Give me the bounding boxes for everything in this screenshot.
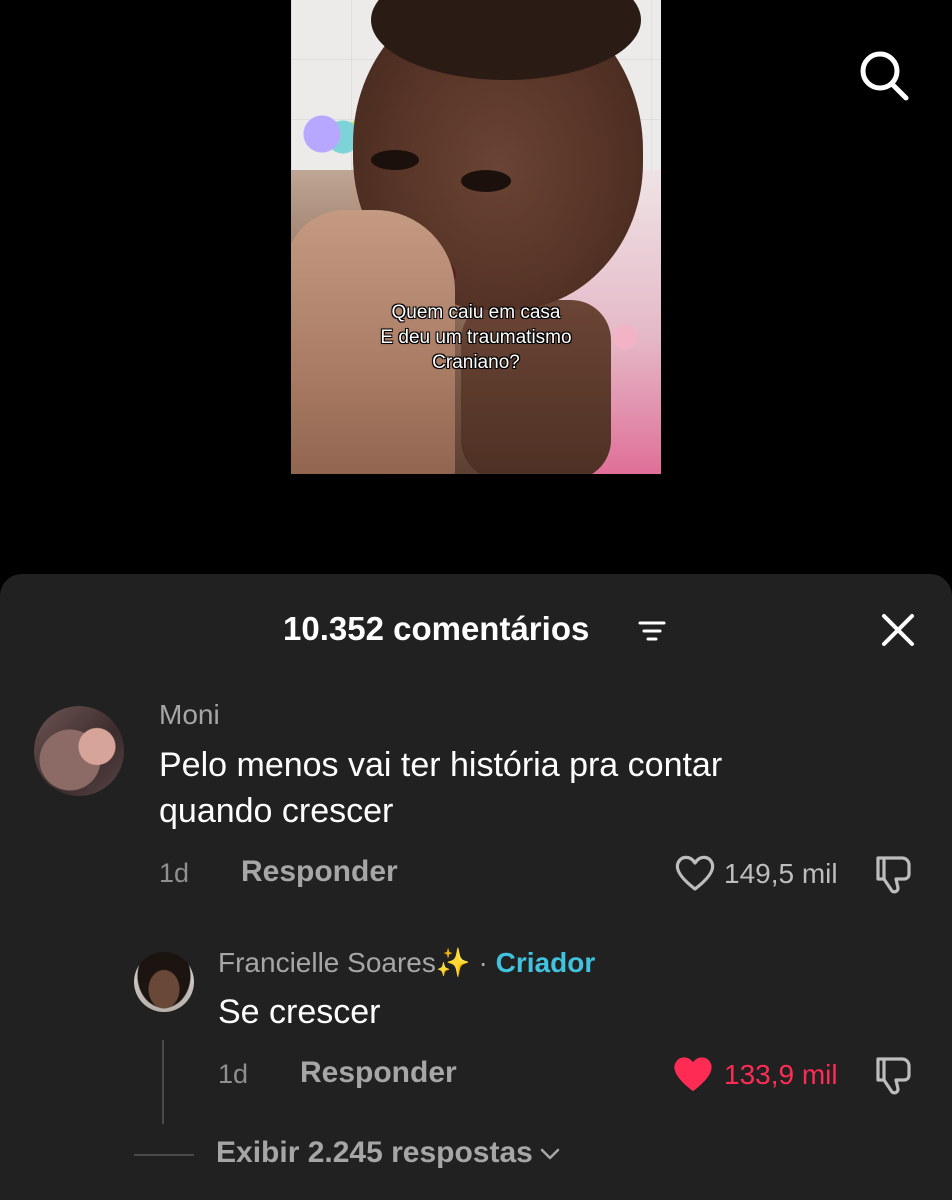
reply-button[interactable]: Responder [241,855,398,889]
caption-line: Quem caiu em casa [391,302,561,323]
view-more-replies-button[interactable]: Exibir 2.245 respostas [216,1136,561,1170]
avatar[interactable] [34,706,124,796]
comment-text-line: quando crescer [159,792,394,830]
avatar[interactable] [134,952,194,1012]
reply-text: Se crescer [218,993,381,1031]
search-icon [860,51,909,101]
view-more-label: Exibir 2.245 respostas [216,1136,533,1169]
close-icon [882,614,914,646]
like-button[interactable] [672,1055,714,1098]
thumbs-down-icon [876,1057,911,1095]
comment-text: Pelo menos vai ter história pra contar q… [159,742,722,834]
video-thumbnail[interactable]: Quem caiu em casa E deu um traumatismo C… [291,0,661,474]
separator-dot: · [478,947,488,978]
video-caption: Quem caiu em casa E deu um traumatismo C… [291,300,661,375]
close-button[interactable] [878,610,918,650]
reply-button[interactable]: Responder [300,1056,457,1090]
dislike-button[interactable] [872,852,916,901]
app-root: Quem caiu em casa E deu um traumatismo C… [0,0,952,1200]
like-button[interactable] [674,854,716,897]
reply-age: 1d [218,1059,249,1089]
video-eye-right [461,170,511,192]
comment-username[interactable]: Moni [159,699,220,731]
dislike-button[interactable] [872,1053,916,1102]
reply-username-row: Francielle Soares✨ · Criador [218,946,595,979]
video-eye-left [371,150,419,170]
caption-line: Craniano? [432,352,520,373]
search-button[interactable] [856,48,912,104]
thread-line [162,1040,164,1124]
like-count: 149,5 mil [724,858,838,889]
comment-text-line: Pelo menos vai ter história pra contar [159,746,723,784]
like-count: 133,9 mil [724,1059,838,1090]
filter-icon [638,621,666,641]
comment-age: 1d [159,858,190,888]
view-more-line [134,1154,194,1156]
chevron-down-icon [540,1148,560,1160]
heart-outline-icon [675,855,715,891]
caption-line: E deu um traumatismo [380,327,572,348]
filter-button[interactable] [638,618,666,644]
creator-badge: Criador [495,947,596,978]
reply-username[interactable]: Francielle Soares✨ [218,947,471,978]
comments-count-title: 10.352 comentários [283,610,590,647]
thumbs-down-icon [876,856,911,894]
heart-filled-icon [674,1057,712,1091]
